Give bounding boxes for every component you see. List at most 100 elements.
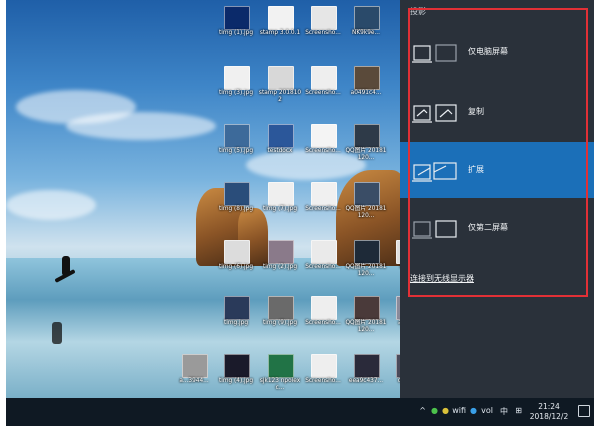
desktop-icon[interactable]: QQ图片 20181120... — [344, 180, 388, 242]
desktop-icon[interactable]: Screensho... — [301, 180, 345, 242]
file-thumbnail-icon — [354, 296, 380, 320]
desktop-icon[interactable]: timg (1).jpg — [214, 4, 258, 66]
input-method-icon[interactable]: 中 — [500, 406, 508, 417]
desktop-icon-label: stamp 3.0.0.1 — [259, 30, 301, 36]
desktop-icon-label: NK9k9e... — [352, 30, 380, 36]
desktop-icon[interactable]: Screensho... — [301, 294, 345, 356]
cloud — [66, 112, 216, 140]
desktop-icon[interactable]: timg (7).jpg — [258, 180, 302, 242]
file-thumbnail-icon — [311, 124, 337, 148]
desktop-icon-label: Screensho... — [305, 90, 341, 96]
desktop-icon[interactable]: timg.jpg — [214, 294, 258, 356]
network-icon[interactable]: wifi — [452, 406, 466, 415]
file-thumbnail-icon — [224, 296, 250, 320]
desktop-icon-label: stamp 2018102 — [258, 90, 302, 103]
file-thumbnail-icon — [224, 6, 250, 30]
desktop-icon-label: Screensho... — [305, 320, 341, 326]
desktop-icon-label: Screensho... — [305, 30, 341, 36]
desktop-icon[interactable]: QQ图片 20181120... — [344, 238, 388, 300]
desktop-icon-label: timg (6).jpg — [218, 264, 254, 270]
desktop-icon[interactable]: timg (5).jpg — [214, 122, 258, 184]
runner-reflection — [52, 322, 62, 344]
desktop-icon-label: timg (2).jpg — [262, 264, 298, 270]
desktop-icon-label: timg.jpg — [223, 320, 249, 326]
file-thumbnail-icon — [268, 182, 294, 206]
file-thumbnail-icon — [354, 124, 380, 148]
file-thumbnail-icon — [311, 296, 337, 320]
file-thumbnail-icon — [354, 182, 380, 206]
taskbar: ^ ● ● wifi ● vol 中 ⊞ 21:24 2018/12/2 — [6, 398, 594, 426]
file-thumbnail-icon — [311, 240, 337, 264]
clock[interactable]: 21:24 2018/12/2 — [526, 402, 572, 422]
desktop-icon[interactable]: timg (8).jpg — [214, 180, 258, 242]
file-thumbnail-icon — [224, 182, 250, 206]
desktop-icon-label: QQ图片 20181120... — [345, 148, 387, 161]
file-thumbnail-icon — [268, 6, 294, 30]
desktop-icon-label: sjk123 npoiexc... — [259, 378, 301, 391]
file-thumbnail-icon — [224, 124, 250, 148]
highlight-annotation — [408, 8, 588, 297]
file-thumbnail-icon — [354, 6, 380, 30]
file-thumbnail-icon — [268, 296, 294, 320]
file-thumbnail-icon — [182, 354, 208, 378]
desktop-icon-label: a...3944... — [179, 378, 209, 384]
desktop-icon[interactable]: Screensho... — [301, 64, 345, 126]
tray-app-icon[interactable]: ● — [442, 406, 449, 415]
desktop-icon-label: timg (4).jpg — [218, 378, 254, 384]
desktop-icon[interactable]: QQ图片 20181120... — [344, 122, 388, 184]
desktop-icon[interactable]: Screensho... — [301, 238, 345, 300]
show-hidden-icons[interactable]: ^ — [419, 406, 426, 415]
desktop-icon-label: testdocx — [267, 148, 293, 154]
desktop-icon[interactable]: a0491c4... — [344, 64, 388, 126]
desktop-icon[interactable]: QQ图片 20181120... — [344, 294, 388, 356]
desktop-icon-label: Screensho... — [305, 264, 341, 270]
file-thumbnail-icon — [354, 66, 380, 90]
desktop-icon-label: QQ图片 20181120... — [345, 264, 387, 277]
file-thumbnail-icon — [311, 66, 337, 90]
desktop-icon-label: eea9c437... — [348, 378, 384, 384]
desktop-icon[interactable]: stamp 3.0.0.1 — [258, 4, 302, 66]
bluetooth-icon[interactable]: ● — [470, 406, 477, 415]
file-thumbnail-icon — [311, 6, 337, 30]
file-thumbnail-icon — [268, 240, 294, 264]
file-thumbnail-icon — [268, 354, 294, 378]
desktop-icon[interactable]: timg (9).jpg — [258, 294, 302, 356]
desktop-icon-label: Screensho... — [305, 148, 341, 154]
file-thumbnail-icon — [354, 354, 380, 378]
desktop-icon[interactable]: timg (2).jpg — [258, 238, 302, 300]
action-center-icon[interactable] — [578, 405, 590, 417]
file-thumbnail-icon — [224, 66, 250, 90]
file-thumbnail-icon — [268, 66, 294, 90]
file-thumbnail-icon — [268, 124, 294, 148]
keyboard-icon[interactable]: ⊞ — [515, 406, 522, 415]
tray-app-icon[interactable]: ● — [431, 406, 438, 415]
desktop-icon-label: QQ图片 20181120... — [345, 320, 387, 333]
desktop-icon[interactable]: timg (6).jpg — [214, 238, 258, 300]
clock-date: 2018/12/2 — [529, 412, 569, 421]
desktop-icon[interactable]: NK9k9e... — [344, 4, 388, 66]
desktop-icon-label: timg (7).jpg — [262, 206, 298, 212]
desktop-icon-label: Screensho... — [305, 378, 341, 384]
desktop-icon[interactable]: timg (3).jpg — [214, 64, 258, 126]
desktop-icon-label: timg (9).jpg — [262, 320, 298, 326]
file-thumbnail-icon — [354, 240, 380, 264]
file-thumbnail-icon — [224, 240, 250, 264]
desktop-icon-label: timg (5).jpg — [218, 148, 254, 154]
cloud — [6, 190, 96, 220]
file-thumbnail-icon — [311, 182, 337, 206]
file-thumbnail-icon — [311, 354, 337, 378]
desktop-icon-label: timg (1).jpg — [218, 30, 254, 36]
file-thumbnail-icon — [224, 354, 250, 378]
desktop-icon-label: QQ图片 20181120... — [345, 206, 387, 219]
desktop-screen: timg (1).jpg stamp 3.0.0.1 Screensho... NK9… — [6, 0, 594, 426]
desktop-icon-label: a0491c4... — [350, 90, 382, 96]
volume-icon[interactable]: vol — [481, 406, 493, 415]
desktop-icon[interactable]: Screensho... — [301, 4, 345, 66]
desktop-icon-label: Screensho... — [305, 206, 341, 212]
desktop-icon[interactable]: testdocx — [258, 122, 302, 184]
clock-time: 21:24 — [538, 402, 560, 411]
desktop-icon[interactable]: stamp 2018102 — [258, 64, 302, 126]
desktop-icon[interactable]: Screensho... — [301, 122, 345, 184]
desktop-icon-label: timg (3).jpg — [218, 90, 254, 96]
desktop-icon-label: timg (8).jpg — [218, 206, 254, 212]
